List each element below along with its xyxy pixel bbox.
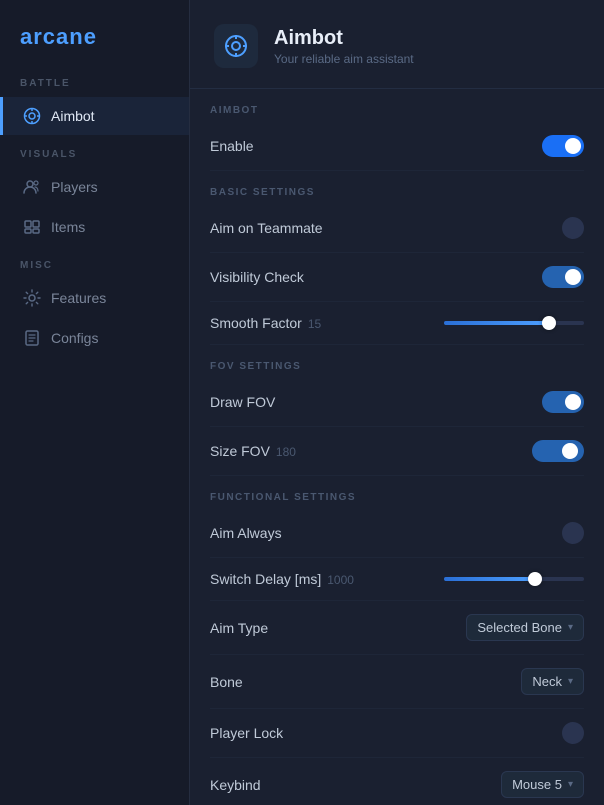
smooth-factor-hint: 15: [308, 317, 321, 331]
visibility-check-thumb: [565, 269, 581, 285]
draw-fov-thumb: [565, 394, 581, 410]
enable-toggle[interactable]: [542, 135, 584, 157]
sidebar-item-configs[interactable]: Configs: [0, 319, 189, 357]
size-fov-row: Size FOV180: [210, 427, 584, 476]
sidebar-item-aimbot-label: Aimbot: [51, 108, 95, 124]
smooth-factor-slider[interactable]: [444, 321, 584, 325]
players-icon: [23, 178, 41, 196]
size-fov-hint: 180: [276, 445, 296, 459]
player-lock-row: Player Lock: [210, 709, 584, 758]
switch-delay-thumb: [528, 572, 542, 586]
aim-on-teammate-label: Aim on Teammate: [210, 220, 323, 236]
keybind-label: Keybind: [210, 777, 261, 793]
sidebar-item-features-label: Features: [51, 290, 106, 306]
battle-section-label: BATTLE: [0, 78, 189, 97]
size-fov-thumb: [562, 443, 578, 459]
draw-fov-toggle[interactable]: [542, 391, 584, 413]
enable-label: Enable: [210, 138, 254, 154]
main-content: Aimbot Your reliable aim assistant Aimbo…: [190, 0, 604, 805]
features-icon: [23, 289, 41, 307]
size-fov-label: Size FOV180: [210, 443, 296, 459]
smooth-factor-track: [444, 321, 584, 325]
switch-delay-slider[interactable]: [444, 577, 584, 581]
size-fov-toggle[interactable]: [532, 440, 584, 462]
keybind-dropdown[interactable]: Mouse 5 ▾: [501, 771, 584, 798]
aim-type-chevron: ▾: [568, 622, 573, 633]
smooth-factor-label: Smooth Factor15: [210, 315, 321, 331]
draw-fov-label: Draw FOV: [210, 394, 275, 410]
keybind-row: Keybind Mouse 5 ▾: [210, 758, 584, 805]
aim-type-row: Aim Type Selected Bone ▾: [210, 601, 584, 655]
bone-value: Neck: [532, 674, 562, 689]
visibility-check-toggle[interactable]: [542, 266, 584, 288]
enable-toggle-thumb: [565, 138, 581, 154]
sidebar-item-features[interactable]: Features: [0, 279, 189, 317]
visibility-check-row: Visibility Check: [210, 253, 584, 302]
sidebar-item-items[interactable]: Items: [0, 208, 189, 246]
smooth-factor-thumb: [542, 316, 556, 330]
bone-chevron: ▾: [568, 676, 573, 687]
switch-delay-hint: 1000: [327, 573, 354, 587]
content-section: Aimbot Enable Basic Settings Aim on Team…: [190, 89, 604, 805]
aim-always-label: Aim Always: [210, 525, 282, 541]
aim-always-row: Aim Always: [210, 509, 584, 558]
sidebar-item-items-label: Items: [51, 219, 85, 235]
aimbot-icon: [23, 107, 41, 125]
page-icon: [214, 24, 258, 68]
page-title: Aimbot: [274, 27, 414, 50]
bone-dropdown[interactable]: Neck ▾: [521, 668, 584, 695]
smooth-factor-fill: [444, 321, 549, 325]
switch-delay-fill: [444, 577, 535, 581]
bone-row: Bone Neck ▾: [210, 655, 584, 709]
enable-row: Enable: [210, 122, 584, 171]
draw-fov-row: Draw FOV: [210, 378, 584, 427]
misc-section-label: MISC: [0, 260, 189, 279]
keybind-value: Mouse 5: [512, 777, 562, 792]
page-header: Aimbot Your reliable aim assistant: [190, 0, 604, 89]
player-lock-toggle[interactable]: [562, 722, 584, 744]
configs-icon: [23, 329, 41, 347]
page-subtitle: Your reliable aim assistant: [274, 52, 414, 66]
aimbot-group-label: Aimbot: [210, 89, 584, 122]
sidebar-item-aimbot[interactable]: Aimbot: [0, 97, 189, 135]
visibility-check-label: Visibility Check: [210, 269, 304, 285]
aim-on-teammate-row: Aim on Teammate: [210, 204, 584, 253]
bone-label: Bone: [210, 674, 243, 690]
aim-type-dropdown[interactable]: Selected Bone ▾: [466, 614, 584, 641]
keybind-chevron: ▾: [568, 779, 573, 790]
switch-delay-label: Switch Delay [ms]1000: [210, 571, 354, 587]
items-icon: [23, 218, 41, 236]
fov-group-label: FOV Settings: [210, 345, 584, 378]
aim-always-toggle[interactable]: [562, 522, 584, 544]
smooth-factor-row: Smooth Factor15: [210, 302, 584, 345]
visuals-section-label: VISUALS: [0, 149, 189, 168]
switch-delay-track: [444, 577, 584, 581]
app-logo: arcane: [0, 24, 189, 78]
basic-group-label: Basic Settings: [210, 171, 584, 204]
player-lock-label: Player Lock: [210, 725, 283, 741]
sidebar-item-players-label: Players: [51, 179, 98, 195]
page-title-group: Aimbot Your reliable aim assistant: [274, 27, 414, 66]
aim-on-teammate-toggle[interactable]: [562, 217, 584, 239]
sidebar-item-configs-label: Configs: [51, 330, 98, 346]
aim-type-label: Aim Type: [210, 620, 268, 636]
functional-group-label: Functional Settings: [210, 476, 584, 509]
switch-delay-row: Switch Delay [ms]1000: [210, 558, 584, 601]
sidebar: arcane BATTLE Aimbot VISUALS: [0, 0, 190, 805]
sidebar-item-players[interactable]: Players: [0, 168, 189, 206]
aim-type-value: Selected Bone: [477, 620, 562, 635]
